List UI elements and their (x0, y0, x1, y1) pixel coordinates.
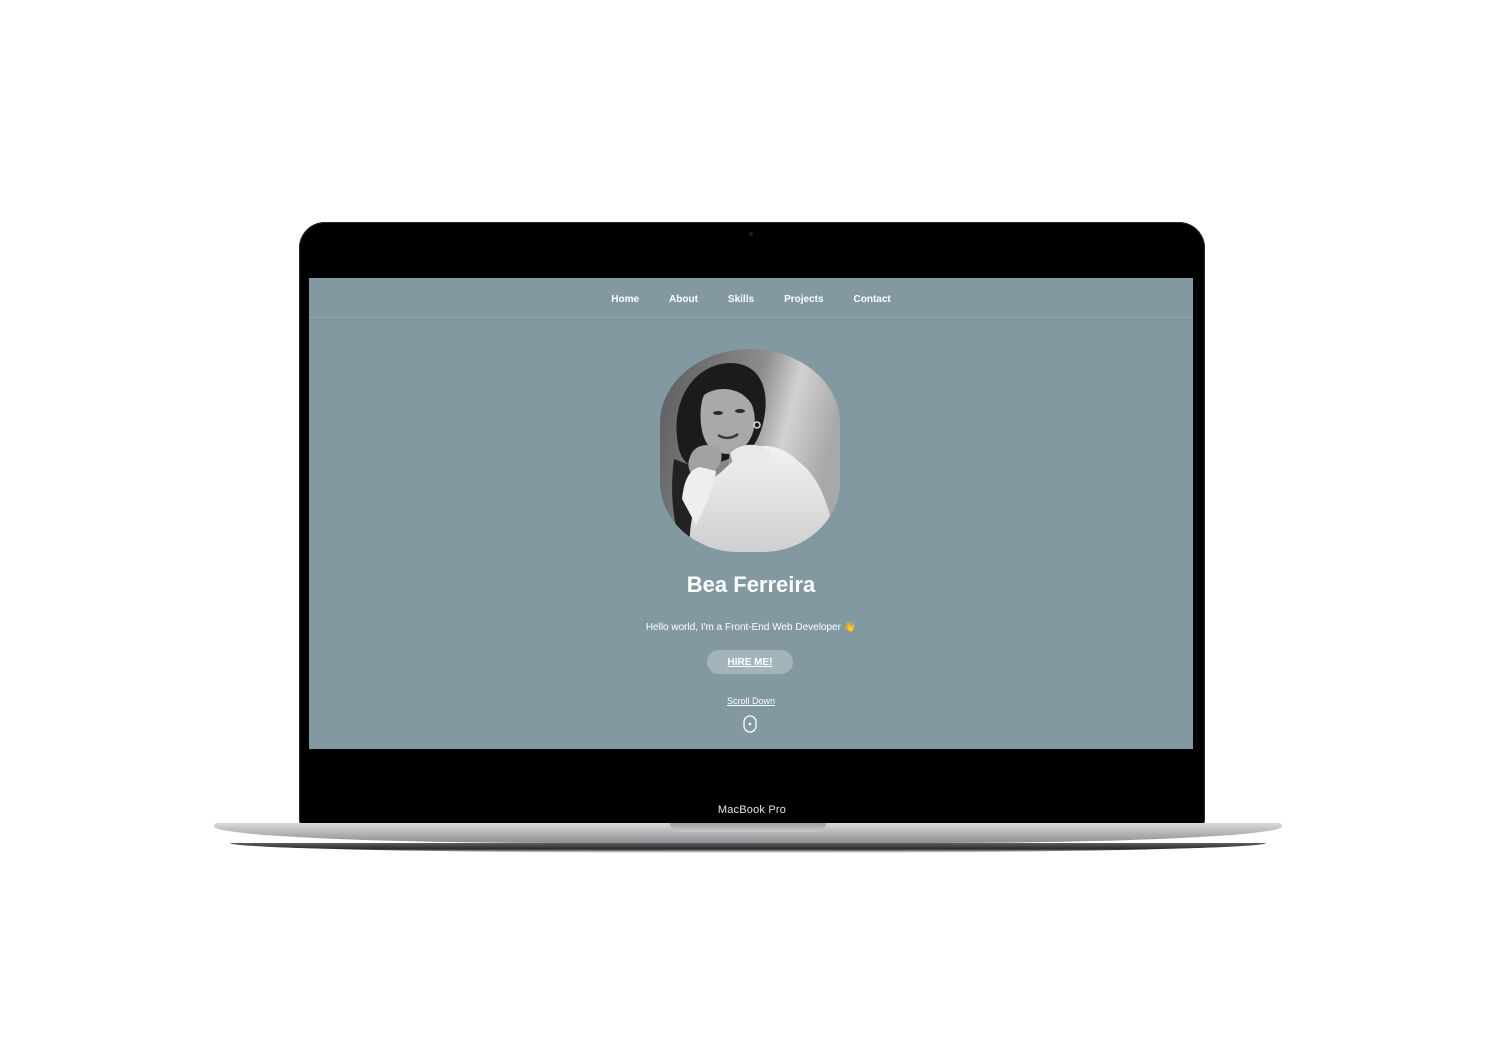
camera-dot (749, 232, 753, 236)
laptop-lid: Home About Skills Projects Contact Bea F… (299, 222, 1205, 826)
scroll-down-link[interactable]: Scroll Down (309, 696, 1193, 706)
portrait-illustration (660, 349, 840, 552)
website-screen: Home About Skills Projects Contact Bea F… (309, 278, 1193, 749)
hire-me-button[interactable]: HIRE ME! (707, 650, 793, 674)
hero-name: Bea Ferreira (686, 572, 816, 597)
hero-section: Bea Ferreira Hello world, I'm a Front-En… (309, 278, 1193, 749)
laptop-base-shadow (230, 843, 1266, 853)
laptop-notch (670, 823, 826, 832)
hero-tagline: Hello world, I'm a Front-End Web Develop… (645, 622, 857, 633)
mockup-stage: Home About Skills Projects Contact Bea F… (0, 0, 1500, 1038)
laptop-base (214, 823, 1282, 843)
portrait-photo (660, 349, 840, 552)
device-label: MacBook Pro (717, 804, 787, 816)
mouse-icon[interactable] (743, 715, 757, 733)
